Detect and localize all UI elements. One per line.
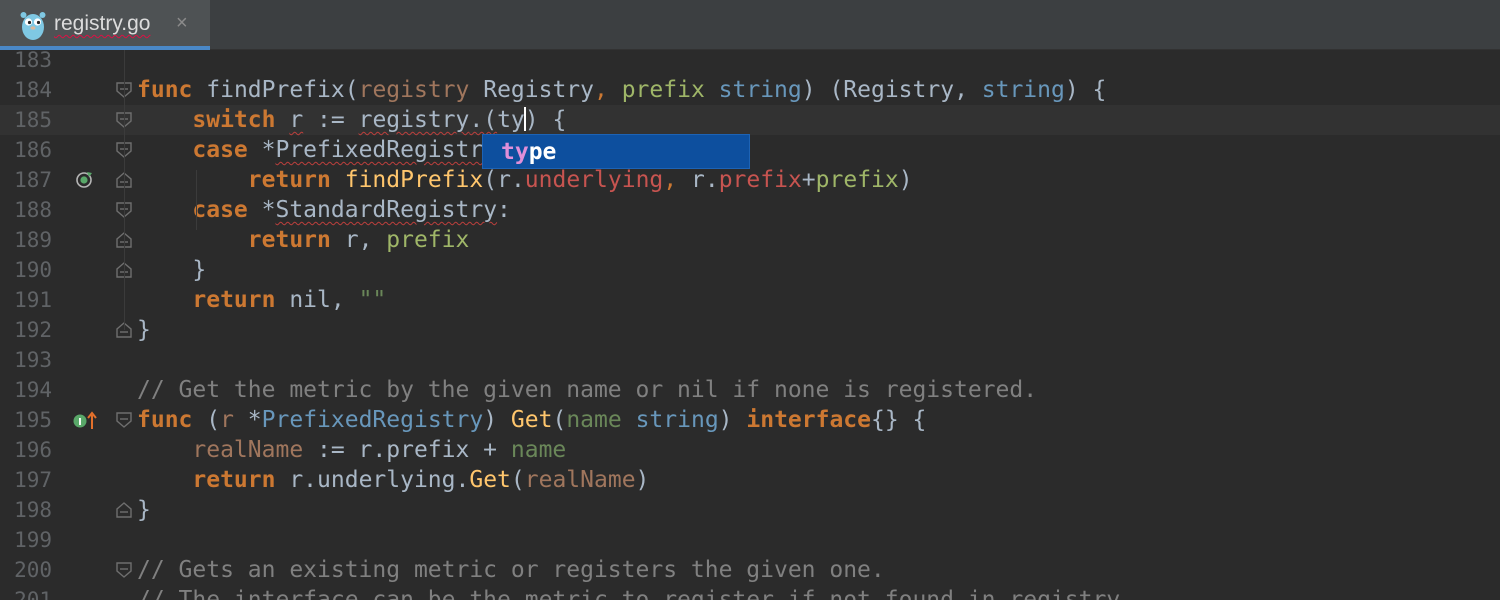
line-number: 192	[14, 318, 52, 342]
code-line: 200 // Gets an existing metric or regist…	[0, 555, 1500, 585]
completion-item-type[interactable]: type	[501, 138, 556, 166]
code-text: func (r *PrefixedRegistry) Get(name stri…	[137, 407, 927, 433]
line-number: 191	[14, 288, 52, 312]
line-number: 185	[14, 108, 52, 132]
tab-registry-go[interactable]: registry.go ×	[0, 0, 210, 50]
line-number: 201	[14, 588, 52, 600]
code-text: }	[137, 317, 151, 343]
code-line: 195 I func (r *PrefixedRegistry) Get(nam…	[0, 405, 1500, 435]
code-line: 194 // Get the metric by the given name …	[0, 375, 1500, 405]
line-number: 197	[14, 468, 52, 492]
line-number: 190	[14, 258, 52, 282]
code-text: return r, prefix	[247, 227, 470, 253]
code-text: switch r := registry.(ty) {	[192, 107, 567, 133]
fold-start-icon[interactable]	[116, 562, 132, 578]
code-line: 189 return r, prefix	[0, 225, 1500, 255]
line-number: 183	[14, 50, 52, 72]
indent-guide	[124, 50, 125, 330]
svg-text:I: I	[78, 417, 82, 428]
line-number: 193	[14, 348, 52, 372]
code-text: case *StandardRegistry:	[192, 197, 511, 223]
code-line: 186 case *PrefixedRegistr	[0, 135, 1500, 165]
code-text: return r.underlying.Get(realName)	[192, 467, 650, 493]
code-line: 196 realName := r.prefix + name	[0, 435, 1500, 465]
code-line: 192 }	[0, 315, 1500, 345]
code-line: 197 return r.underlying.Get(realName)	[0, 465, 1500, 495]
code-line: 184 func findPrefix(registry Registry, p…	[0, 75, 1500, 105]
line-number: 198	[14, 498, 52, 522]
line-number: 188	[14, 198, 52, 222]
code-text: }	[137, 497, 151, 523]
code-line: 198 }	[0, 495, 1500, 525]
code-text: return nil, ""	[192, 287, 387, 313]
code-line: 183	[0, 50, 1500, 75]
code-text: realName := r.prefix + name	[192, 437, 567, 463]
line-number: 186	[14, 138, 52, 162]
code-line: 187 return findPrefix(r.underlying, r.pr…	[0, 165, 1500, 195]
code-text: case *PrefixedRegistr	[192, 137, 484, 163]
fold-end-icon[interactable]	[116, 502, 132, 518]
code-editor[interactable]: 183 184 func findPrefix(registry Registr…	[0, 50, 1500, 600]
line-number: 199	[14, 528, 52, 552]
line-number: 196	[14, 438, 52, 462]
editor-tab-bar: registry.go ×	[0, 0, 1500, 50]
recursive-call-icon[interactable]	[74, 170, 94, 190]
tab-filename: registry.go	[54, 12, 151, 35]
code-comment: // Get the metric by the given name or n…	[137, 377, 1038, 403]
code-text: return findPrefix(r.underlying, r.prefix…	[247, 167, 913, 193]
code-line: 193	[0, 345, 1500, 375]
code-comment: // Gets an existing metric or registers …	[137, 557, 885, 583]
code-text: }	[137, 257, 207, 283]
indent-guide	[196, 170, 197, 230]
code-completion-popup[interactable]: type	[482, 134, 750, 169]
go-gopher-icon	[20, 12, 46, 40]
line-number: 194	[14, 378, 52, 402]
line-number: 200	[14, 558, 52, 582]
implements-method-icon[interactable]: I	[72, 411, 98, 431]
code-line-current: 185 switch r := registry.(ty) {	[0, 105, 1500, 135]
code-line: 190 }	[0, 255, 1500, 285]
tab-close-icon[interactable]: ×	[176, 12, 188, 35]
line-number: 187	[14, 168, 52, 192]
code-line: 191 return nil, ""	[0, 285, 1500, 315]
code-comment: // The interface can be the metric to re…	[137, 587, 1134, 600]
code-line: 201 // The interface can be the metric t…	[0, 585, 1500, 600]
code-line: 199	[0, 525, 1500, 555]
line-number: 184	[14, 78, 52, 102]
fold-start-icon[interactable]	[116, 412, 132, 428]
code-text: func findPrefix(registry Registry, prefi…	[137, 77, 1107, 103]
code-line: 188 case *StandardRegistry:	[0, 195, 1500, 225]
line-number: 189	[14, 228, 52, 252]
line-number: 195	[14, 408, 52, 432]
